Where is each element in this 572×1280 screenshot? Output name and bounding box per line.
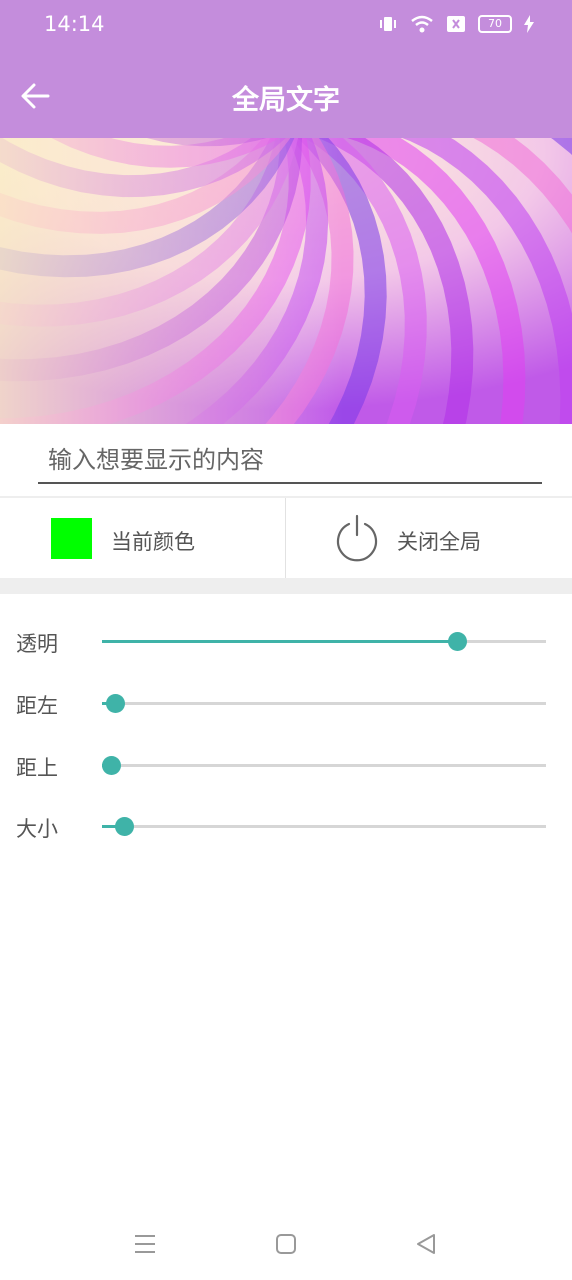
opacity-slider-row: 透明 xyxy=(0,621,572,661)
left-offset-slider-row: 距左 xyxy=(0,683,572,723)
back-nav-button[interactable] xyxy=(415,1232,437,1260)
charging-icon xyxy=(524,15,534,33)
sim-off-icon xyxy=(447,16,465,32)
app-bar: 全局文字 xyxy=(0,52,572,138)
left-offset-label: 距左 xyxy=(16,694,58,718)
close-global-label: 关闭全局 xyxy=(397,530,481,554)
top-offset-slider[interactable] xyxy=(101,756,546,775)
power-icon xyxy=(336,514,378,562)
size-slider[interactable] xyxy=(102,817,546,836)
size-slider-row: 大小 xyxy=(0,806,572,846)
color-swatch xyxy=(51,518,92,559)
status-icons: 70 xyxy=(378,14,534,34)
options-row: 当前颜色 关闭全局 xyxy=(0,498,572,578)
preview-banner xyxy=(0,138,572,424)
content-input[interactable] xyxy=(38,440,562,480)
wifi-icon xyxy=(411,15,433,33)
status-time: 14:14 xyxy=(44,12,105,36)
page-title: 全局文字 xyxy=(232,85,340,116)
top-offset-slider-row: 距上 xyxy=(0,745,572,785)
triangle-back-icon xyxy=(417,1234,435,1254)
home-nav-button[interactable] xyxy=(275,1232,297,1260)
opacity-slider-fill xyxy=(102,640,458,643)
left-offset-slider-thumb[interactable] xyxy=(106,694,126,713)
left-offset-slider[interactable] xyxy=(102,694,546,713)
opacity-slider-thumb[interactable] xyxy=(448,632,468,651)
size-label: 大小 xyxy=(16,817,58,841)
current-color-button[interactable]: 当前颜色 xyxy=(0,498,285,578)
top-offset-label: 距上 xyxy=(16,756,58,780)
square-icon xyxy=(276,1234,296,1254)
vibrate-icon xyxy=(380,17,396,31)
battery-indicator: 70 xyxy=(478,15,512,33)
content-input-wrapper xyxy=(38,440,562,484)
system-nav-bar xyxy=(0,1210,572,1280)
status-bar: 14:14 70 xyxy=(0,0,572,52)
menu-icon xyxy=(135,1235,155,1253)
opacity-slider[interactable] xyxy=(102,632,546,651)
opacity-label: 透明 xyxy=(16,632,58,656)
close-global-button[interactable]: 关闭全局 xyxy=(286,498,572,578)
section-separator xyxy=(0,578,572,594)
current-color-label: 当前颜色 xyxy=(111,530,195,554)
size-slider-thumb[interactable] xyxy=(115,817,135,836)
top-offset-slider-thumb[interactable] xyxy=(101,756,121,775)
menu-nav-button[interactable] xyxy=(134,1232,156,1260)
